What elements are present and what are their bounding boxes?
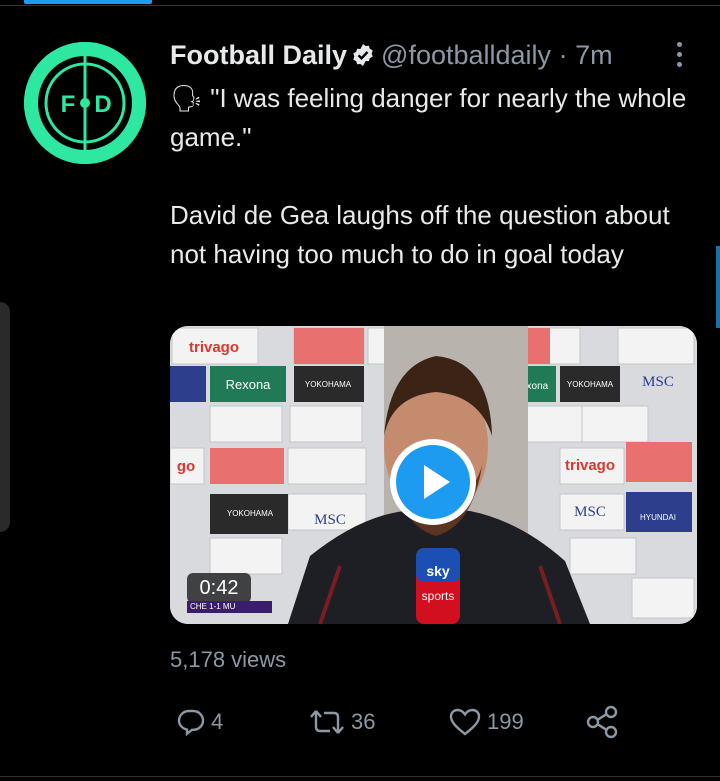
avatar[interactable]: F D (24, 42, 146, 164)
like-button[interactable]: 199 (448, 700, 524, 744)
retweet-count: 36 (351, 709, 376, 734)
action-bar: 4 36 199 (170, 700, 630, 744)
reply-button[interactable]: 4 (176, 700, 223, 744)
video-duration: 0:42 (187, 573, 251, 603)
svg-text:sports: sports (422, 589, 455, 603)
tweet-body: David de Gea laughs off the question abo… (170, 200, 670, 269)
reply-count: 4 (211, 709, 224, 734)
timestamp[interactable]: 7m (575, 40, 613, 70)
retweet-button[interactable]: 36 (308, 700, 375, 744)
football-daily-logo: F D (24, 42, 146, 164)
tweet-quote: 🗣 "I was feeling danger for nearly the w… (170, 83, 687, 152)
svg-text:sky: sky (426, 563, 450, 579)
share-button[interactable] (584, 700, 620, 744)
play-icon[interactable] (388, 437, 478, 527)
more-icon[interactable] (672, 42, 686, 70)
side-panel-handle[interactable] (0, 302, 10, 532)
like-count: 199 (487, 709, 524, 734)
divider (0, 5, 720, 6)
svg-text:D: D (94, 91, 111, 118)
divider (0, 776, 720, 777)
author-name[interactable]: Football Daily (170, 40, 347, 70)
top-bar (0, 0, 720, 6)
share-icon (586, 705, 618, 739)
separator: · (558, 40, 568, 70)
retweet-icon (310, 710, 344, 734)
tweet-text: 🗣 "I was feeling danger for nearly the w… (170, 79, 700, 274)
verified-icon (351, 43, 375, 74)
reply-icon (177, 709, 205, 737)
active-tab-indicator (24, 0, 152, 4)
score-overlay: CHE 1-1 MU (187, 601, 272, 613)
view-count: 5,178 views (170, 647, 287, 672)
author-handle[interactable]: @footballdaily (381, 40, 551, 70)
scrollbar[interactable] (716, 246, 720, 328)
tweet-header: Football Daily @footballdaily · 7m (170, 40, 613, 74)
svg-text:F: F (61, 91, 76, 118)
like-icon (449, 708, 481, 736)
